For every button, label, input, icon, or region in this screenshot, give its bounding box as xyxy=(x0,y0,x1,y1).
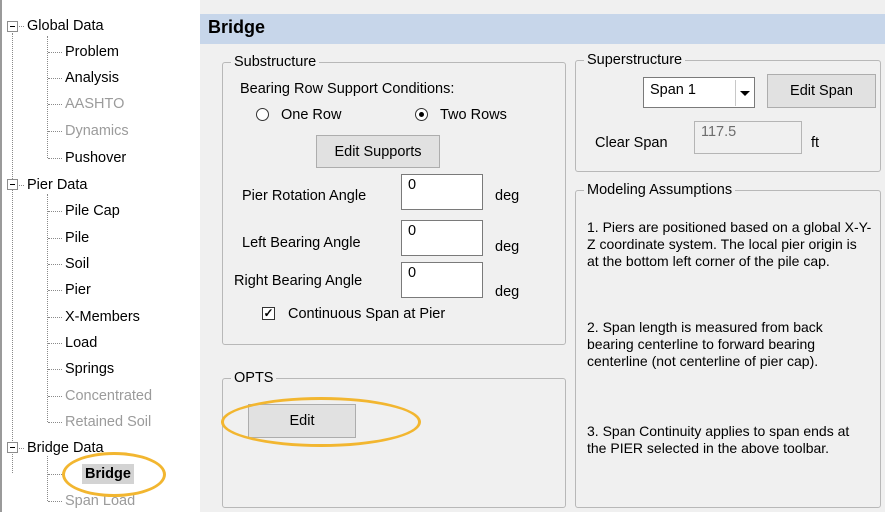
panel-title-bar: Bridge xyxy=(200,14,885,44)
continuous-span-label[interactable]: Continuous Span at Pier xyxy=(288,305,445,323)
tree-node-concentrated[interactable]: Concentrated xyxy=(62,386,155,406)
tree-connector xyxy=(48,343,62,344)
tree-connector xyxy=(48,474,62,475)
collapse-pier-data-icon[interactable] xyxy=(7,179,18,190)
edit-span-button[interactable]: Edit Span xyxy=(767,74,876,108)
tree-node-span-load[interactable]: Span Load xyxy=(62,491,138,511)
tree-node-pier-data[interactable]: Pier Data xyxy=(24,175,90,195)
tree-connector xyxy=(48,211,62,212)
tree-root-line xyxy=(12,33,13,473)
chevron-down-icon[interactable] xyxy=(735,80,752,106)
right-bearing-label: Right Bearing Angle xyxy=(234,273,363,289)
tree-global-branch-line xyxy=(47,36,48,158)
tree-connector xyxy=(48,131,62,132)
superstructure-legend: Superstructure xyxy=(584,51,686,69)
tree-node-pile[interactable]: Pile xyxy=(62,228,92,248)
one-row-label[interactable]: One Row xyxy=(281,106,341,124)
opts-edit-button[interactable]: Edit xyxy=(248,404,356,438)
tree-node-pier[interactable]: Pier xyxy=(62,280,94,300)
tree-node-load[interactable]: Load xyxy=(62,333,100,353)
tree-node-aashto[interactable]: AASHTO xyxy=(62,94,127,114)
tree-connector xyxy=(48,501,62,502)
tree-pier-branch-line xyxy=(47,194,48,422)
tree-connector xyxy=(48,422,62,423)
tree-node-dynamics[interactable]: Dynamics xyxy=(62,121,132,141)
collapse-bridge-data-icon[interactable] xyxy=(7,442,18,453)
modeling-note-2: 2. Span length is measured from back bea… xyxy=(587,319,823,369)
clear-span-field: 117.5 xyxy=(694,121,802,154)
clear-span-unit: ft xyxy=(811,135,820,151)
left-bearing-label: Left Bearing Angle xyxy=(242,235,361,251)
tree-node-retained-soil[interactable]: Retained Soil xyxy=(62,412,154,432)
span-select-value: Span 1 xyxy=(650,82,696,98)
tree-node-problem[interactable]: Problem xyxy=(62,42,122,62)
tree-connector xyxy=(48,158,62,159)
tree-connector xyxy=(48,78,62,79)
clear-span-label: Clear Span xyxy=(595,135,668,151)
tree-connector xyxy=(48,264,62,265)
tree-connector xyxy=(48,369,62,370)
tree-node-springs[interactable]: Springs xyxy=(62,359,117,379)
modeling-note-3: 3. Span Continuity applies to span ends … xyxy=(587,423,850,456)
tree-connector xyxy=(48,104,62,105)
right-bearing-unit: deg xyxy=(495,284,520,300)
pier-rotation-label: Pier Rotation Angle xyxy=(242,188,367,204)
right-bearing-field[interactable]: 0 xyxy=(401,262,483,298)
pier-rotation-unit: deg xyxy=(495,188,520,204)
modeling-note-1: 1. Piers are positioned based on a globa… xyxy=(587,219,872,269)
navigation-tree: Global Data Problem Analysis AASHTO Dyna… xyxy=(0,0,196,512)
tree-node-bridge-data[interactable]: Bridge Data xyxy=(24,438,107,458)
two-rows-radio[interactable] xyxy=(415,108,428,121)
collapse-global-data-icon[interactable] xyxy=(7,21,18,32)
opts-group: OPTS xyxy=(222,369,566,508)
tree-connector xyxy=(48,238,62,239)
continuous-span-checkbox[interactable]: ✓ xyxy=(262,307,275,320)
tree-connector xyxy=(48,290,62,291)
tree-node-analysis[interactable]: Analysis xyxy=(62,68,122,88)
left-bearing-unit: deg xyxy=(495,239,520,255)
tree-connector xyxy=(48,396,62,397)
tree-connector xyxy=(48,317,62,318)
tree-node-x-members[interactable]: X-Members xyxy=(62,307,143,327)
tree-node-bridge[interactable]: Bridge xyxy=(82,464,134,484)
tree-node-pushover[interactable]: Pushover xyxy=(62,148,129,168)
tree-node-global-data[interactable]: Global Data xyxy=(24,16,107,36)
one-row-radio[interactable] xyxy=(256,108,269,121)
tree-connector xyxy=(48,52,62,53)
left-bearing-field[interactable]: 0 xyxy=(401,220,483,256)
pier-rotation-field[interactable]: 0 xyxy=(401,174,483,210)
edit-supports-button[interactable]: Edit Supports xyxy=(316,135,440,168)
opts-legend: OPTS xyxy=(231,369,277,387)
page-title: Bridge xyxy=(208,17,266,37)
tree-node-pile-cap[interactable]: Pile Cap xyxy=(62,201,123,221)
span-select[interactable]: Span 1 xyxy=(643,77,755,108)
tree-left-border xyxy=(0,0,2,512)
tree-bridge-branch-line xyxy=(47,456,48,501)
modeling-assumptions-legend: Modeling Assumptions xyxy=(584,181,736,199)
tree-node-soil[interactable]: Soil xyxy=(62,254,92,274)
two-rows-label[interactable]: Two Rows xyxy=(440,106,507,124)
substructure-legend: Substructure xyxy=(231,53,320,71)
bearing-row-label: Bearing Row Support Conditions: xyxy=(240,81,455,97)
